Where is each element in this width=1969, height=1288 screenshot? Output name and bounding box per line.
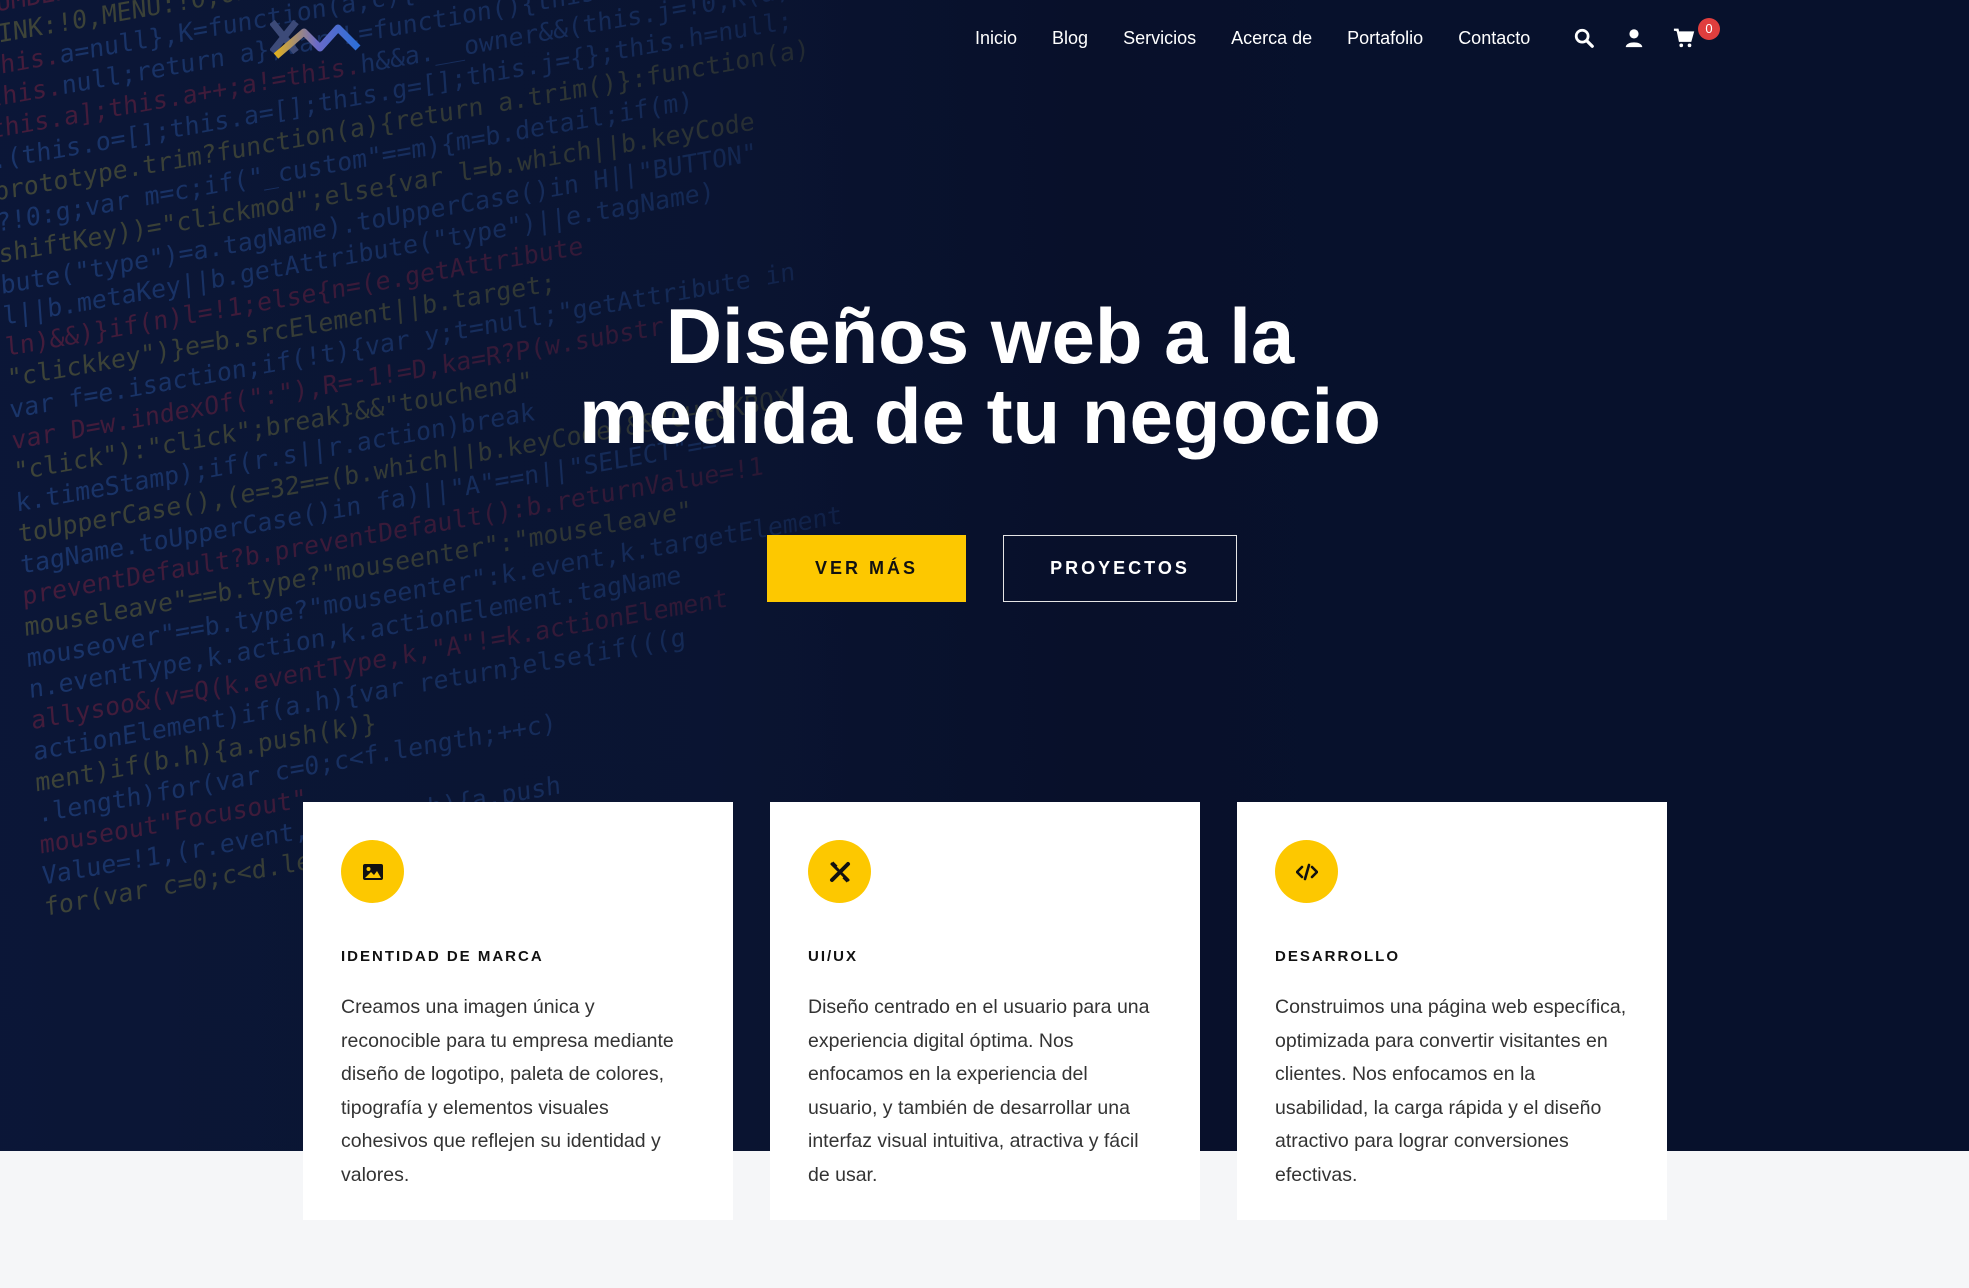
card-text: Creamos una imagen única y reconocible p… [341, 996, 674, 1186]
hero-title-line2: medida de tu negocio [579, 372, 1381, 460]
card-text: Diseño centrado en el usuario para una e… [808, 996, 1150, 1186]
ver-mas-button[interactable]: VER MÁS [767, 535, 966, 602]
main-nav: Inicio Blog Servicios Acerca de Portafol… [975, 28, 1565, 49]
cart-count-badge: 0 [1698, 18, 1720, 40]
nav-item-acerca-de[interactable]: Acerca de [1231, 28, 1312, 49]
nav-item-blog[interactable]: Blog [1052, 28, 1088, 49]
service-card-identidad: IDENTIDAD DE MARCA Creamos una imagen ún… [303, 802, 733, 1220]
nav-item-servicios[interactable]: Servicios [1123, 28, 1196, 49]
search-icon[interactable] [1573, 27, 1595, 49]
card-icon-badge [1275, 840, 1338, 903]
card-icon-badge [808, 840, 871, 903]
image-icon [362, 863, 383, 880]
nav-item-contacto[interactable]: Contacto [1458, 28, 1530, 49]
design-tools-icon [829, 860, 850, 883]
nav-item-inicio[interactable]: Inicio [975, 28, 1017, 49]
user-icon[interactable] [1623, 27, 1645, 49]
card-title: IDENTIDAD DE MARCA [341, 948, 544, 965]
card-icon-badge [341, 840, 404, 903]
cart-icon[interactable] [1673, 27, 1695, 49]
card-title: UI/UX [808, 948, 859, 965]
card-text: Construimos una página web específica, o… [1275, 996, 1627, 1186]
nav-item-portafolio[interactable]: Portafolio [1347, 28, 1423, 49]
hero-title: Diseños web a la medida de tu negocio [0, 296, 1960, 456]
xw-logo-icon[interactable] [270, 16, 362, 64]
service-card-uiux: UI/UX Diseño centrado en el usuario para… [770, 802, 1200, 1220]
card-title: DESARROLLO [1275, 948, 1400, 965]
proyectos-button[interactable]: PROYECTOS [1003, 535, 1237, 602]
code-icon [1295, 863, 1318, 880]
hero-title-line1: Diseños web a la [665, 292, 1295, 380]
service-card-desarrollo: DESARROLLO Construimos una página web es… [1237, 802, 1667, 1220]
